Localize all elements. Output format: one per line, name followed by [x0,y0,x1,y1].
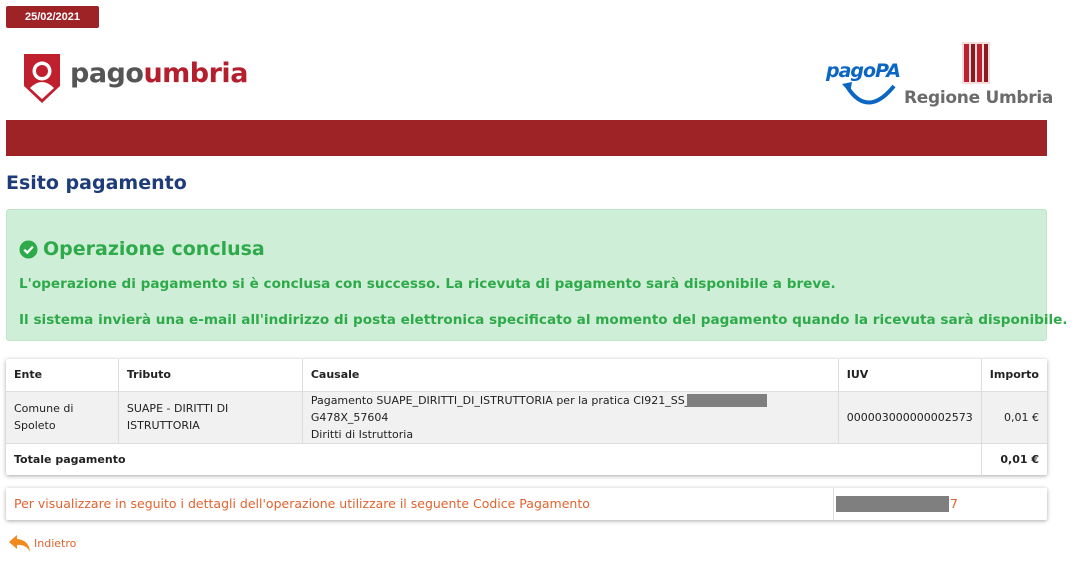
pagopa-arc-icon [842,82,896,105]
brand-name: pagoumbria [70,57,248,89]
success-alert: Operazione conclusa L'operazione di paga… [6,209,1068,341]
payment-table: Ente Tributo Causale IUV Importo Comune … [6,359,1047,476]
payment-code-label: Per visualizzare in seguito i dettagli d… [6,488,834,520]
cell-importo: 0,01 € [981,390,1047,444]
cell-tributo: SUAPE - DIRITTI DI ISTRUTTORIA [118,390,303,444]
payment-code-card: Per visualizzare in seguito i dettagli d… [6,488,1047,520]
payment-code-value[interactable]: 7 [834,488,1046,520]
col-causale: Causale [302,359,839,391]
col-ente: Ente [6,359,119,391]
alert-message-1: L'operazione di pagamento si è conclusa … [19,276,836,292]
reply-arrow-icon [9,535,30,552]
header-banner [6,120,1047,156]
cell-iuv: 000003000000002573 [838,390,982,444]
redacted-block [687,394,768,407]
total-label: Totale pagamento [6,443,982,476]
check-circle-icon [19,239,38,259]
pagopa-logo: pagoPA [826,58,901,110]
col-importo: Importo [989,368,1039,382]
regione-umbria-logo: Regione Umbria [904,40,1053,110]
col-iuv: IUV [838,359,982,391]
date-badge: 25/02/2021 [6,6,99,28]
pagoumbria-logo[interactable]: pagoumbria [20,50,248,106]
alert-message-2: Il sistema invierà una e-mail all'indiri… [19,312,1068,328]
alert-title: Operazione conclusa [19,238,265,260]
redacted-block [836,496,949,512]
col-tributo: Tributo [118,359,303,391]
page-title: Esito pagamento [6,172,187,194]
table-row: Comune di Spoleto SUAPE - DIRITTI DI IST… [6,390,1047,444]
back-link[interactable]: Indietro [8,533,76,553]
cell-ente: Comune di Spoleto [6,390,119,444]
regione-emblem-icon [962,42,990,84]
person-shield-icon [24,54,60,103]
total-value: 0,01 € [1000,453,1039,467]
payment-table-card: Ente Tributo Causale IUV Importo Comune … [6,359,1047,476]
total-row: Totale pagamento 0,01 € [6,443,1047,476]
cell-causale: Pagamento SUAPE_DIRITTI_DI_ISTRUTTORIA p… [302,390,839,444]
